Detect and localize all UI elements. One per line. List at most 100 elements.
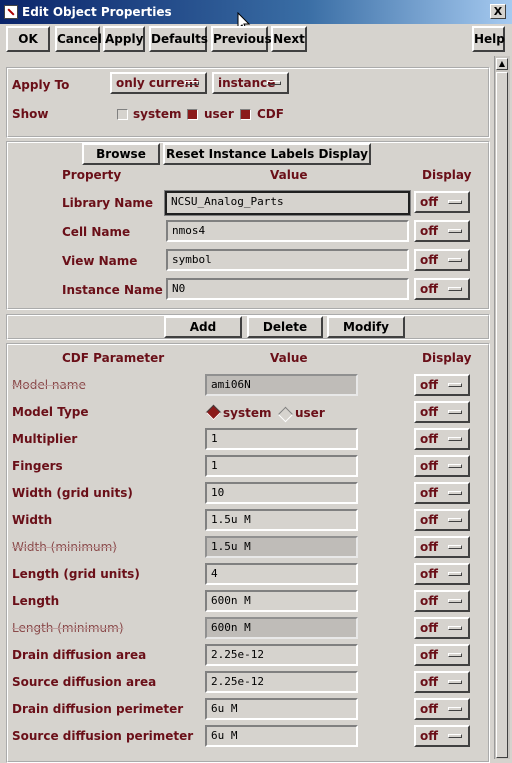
source-diffusion-perimeter-label: Source diffusion perimeter bbox=[12, 729, 194, 743]
source-diffusion-perimeter-display-dropdown[interactable]: off bbox=[414, 725, 470, 747]
width-display-dropdown[interactable]: off bbox=[414, 509, 470, 531]
view-name-display-dropdown[interactable]: off bbox=[414, 249, 470, 271]
add-button[interactable]: Add bbox=[164, 316, 242, 338]
cell-name-label: Cell Name bbox=[62, 225, 131, 239]
fingers-display-dropdown[interactable]: off bbox=[414, 455, 470, 477]
close-icon[interactable]: X bbox=[490, 4, 506, 19]
dropdown-indicator-icon bbox=[448, 626, 462, 630]
cdf-parameter-header: CDF Parameter bbox=[62, 351, 165, 365]
dropdown-indicator-icon bbox=[448, 437, 462, 441]
drain-diffusion-perimeter-display-dropdown[interactable]: off bbox=[414, 698, 470, 720]
length-display-dropdown[interactable]: off bbox=[414, 590, 470, 612]
cell-name-display-dropdown[interactable]: off bbox=[414, 220, 470, 242]
apply-button[interactable]: Apply bbox=[103, 26, 145, 52]
title-bar: Edit Object Properties X bbox=[0, 0, 512, 24]
delete-button[interactable]: Delete bbox=[247, 316, 323, 338]
show-cdf-label: CDF bbox=[257, 107, 284, 121]
length-field[interactable]: 600n M bbox=[205, 590, 358, 612]
dropdown-indicator-icon bbox=[185, 81, 199, 85]
display-value: off bbox=[420, 675, 438, 689]
dropdown-indicator-icon bbox=[448, 229, 462, 233]
scrollbar-thumb[interactable] bbox=[496, 72, 508, 758]
fingers-label: Fingers bbox=[12, 459, 63, 473]
cdf-value-header: Value bbox=[270, 351, 308, 365]
width-field[interactable]: 1.5u M bbox=[205, 509, 358, 531]
width-label: Width bbox=[12, 513, 53, 527]
source-diffusion-area-label: Source diffusion area bbox=[12, 675, 157, 689]
library-name-label: Library Name bbox=[62, 196, 154, 210]
display-value: off bbox=[420, 513, 438, 527]
length-grid-units-display-dropdown[interactable]: off bbox=[414, 563, 470, 585]
model-type-system-label: system bbox=[223, 406, 272, 420]
show-cdf-checkbox[interactable] bbox=[240, 109, 251, 120]
display-value: off bbox=[420, 540, 438, 554]
source-diffusion-area-field[interactable]: 2.25e-12 bbox=[205, 671, 358, 693]
view-name-field[interactable]: symbol bbox=[166, 249, 409, 271]
show-user-checkbox[interactable] bbox=[187, 109, 198, 120]
dropdown-indicator-icon bbox=[448, 287, 462, 291]
next-button[interactable]: Next bbox=[271, 26, 307, 52]
defaults-button[interactable]: Defaults bbox=[149, 26, 208, 52]
dropdown-indicator-icon bbox=[448, 707, 462, 711]
browse-button[interactable]: Browse bbox=[82, 143, 160, 165]
drain-diffusion-area-display-dropdown[interactable]: off bbox=[414, 644, 470, 666]
display-value: off bbox=[420, 729, 438, 743]
width-grid-units-display-dropdown[interactable]: off bbox=[414, 482, 470, 504]
library-name-display-dropdown[interactable]: off bbox=[414, 191, 470, 213]
model-type-display-dropdown[interactable]: off bbox=[414, 401, 470, 423]
library-name-field[interactable]: NCSU_Analog_Parts bbox=[164, 190, 411, 216]
fingers-field[interactable]: 1 bbox=[205, 455, 358, 477]
display-value: off bbox=[420, 702, 438, 716]
display-value: off bbox=[420, 567, 438, 581]
display-value: off bbox=[420, 432, 438, 446]
length-minimum-field: 600n M bbox=[205, 617, 358, 639]
instance-name-display-dropdown[interactable]: off bbox=[414, 278, 470, 300]
model-name-display-dropdown[interactable]: off bbox=[414, 374, 470, 396]
display-value: off bbox=[420, 486, 438, 500]
dropdown-indicator-icon bbox=[448, 464, 462, 468]
property-header: Property bbox=[62, 168, 122, 182]
drain-diffusion-area-field[interactable]: 2.25e-12 bbox=[205, 644, 358, 666]
width-minimum-field: 1.5u M bbox=[205, 536, 358, 558]
value-header: Value bbox=[270, 168, 308, 182]
cancel-button[interactable]: Cancel bbox=[55, 26, 102, 52]
ok-button[interactable]: OK bbox=[6, 26, 50, 52]
display-value: off bbox=[420, 405, 438, 419]
instance-name-field[interactable]: N0 bbox=[166, 278, 409, 300]
model-name-field: ami06N bbox=[205, 374, 358, 396]
show-user-label: user bbox=[204, 107, 234, 121]
source-diffusion-perimeter-field[interactable]: 6u M bbox=[205, 725, 358, 747]
view-name-label: View Name bbox=[62, 254, 138, 268]
model-type-user-label: user bbox=[295, 406, 325, 420]
scroll-up-arrow-icon[interactable]: ▲ bbox=[496, 58, 508, 70]
help-button[interactable]: Help bbox=[472, 26, 505, 52]
apply-object-dropdown[interactable]: instance bbox=[212, 72, 289, 94]
display-value: off bbox=[420, 621, 438, 635]
display-value: off bbox=[420, 594, 438, 608]
show-label: Show bbox=[12, 107, 49, 121]
cell-name-field[interactable]: nmos4 bbox=[166, 220, 409, 242]
show-system-checkbox[interactable] bbox=[117, 109, 128, 120]
drain-diffusion-perimeter-label: Drain diffusion perimeter bbox=[12, 702, 184, 716]
length-grid-units-field[interactable]: 4 bbox=[205, 563, 358, 585]
multiplier-field[interactable]: 1 bbox=[205, 428, 358, 450]
display-value: off bbox=[420, 253, 438, 267]
display-value: off bbox=[420, 195, 438, 209]
previous-button[interactable]: Previous bbox=[211, 26, 272, 52]
apply-scope-dropdown[interactable]: only current bbox=[110, 72, 207, 94]
width-minimum-display-dropdown[interactable]: off bbox=[414, 536, 470, 558]
window-app-icon[interactable] bbox=[4, 5, 18, 19]
width-grid-units-field[interactable]: 10 bbox=[205, 482, 358, 504]
source-diffusion-area-display-dropdown[interactable]: off bbox=[414, 671, 470, 693]
drain-diffusion-perimeter-field[interactable]: 6u M bbox=[205, 698, 358, 720]
display-value: off bbox=[420, 378, 438, 392]
dropdown-indicator-icon bbox=[448, 572, 462, 576]
modify-button[interactable]: Modify bbox=[327, 316, 405, 338]
dropdown-indicator-icon bbox=[448, 200, 462, 204]
dropdown-indicator-icon bbox=[267, 81, 281, 85]
length-minimum-display-dropdown[interactable]: off bbox=[414, 617, 470, 639]
display-header: Display bbox=[422, 168, 472, 182]
reset-labels-button[interactable]: Reset Instance Labels Display bbox=[163, 143, 371, 165]
display-value: off bbox=[420, 648, 438, 662]
multiplier-display-dropdown[interactable]: off bbox=[414, 428, 470, 450]
